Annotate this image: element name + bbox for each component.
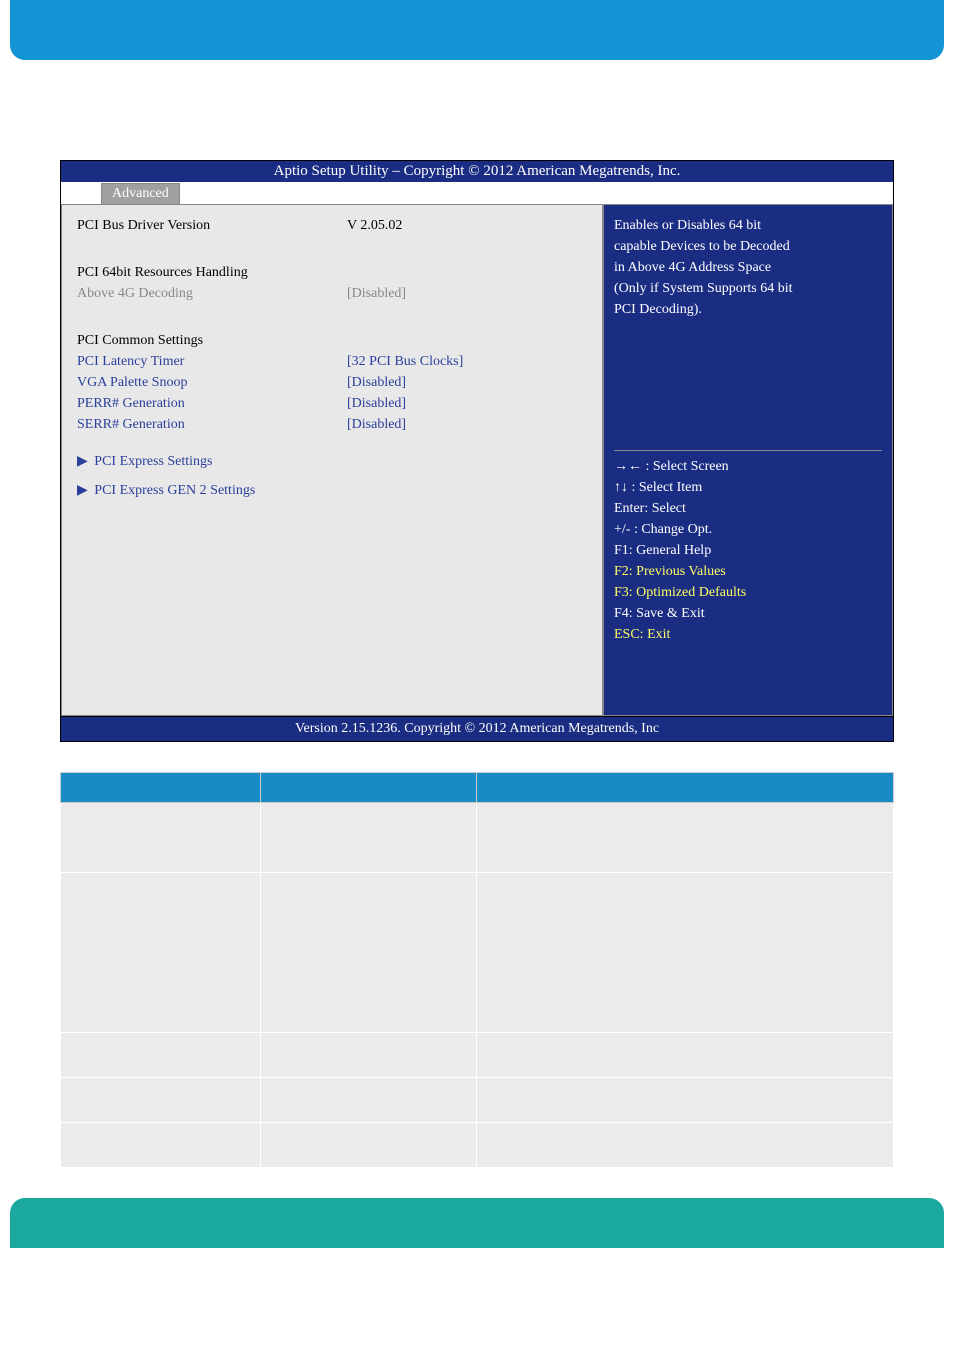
perr-generation-value[interactable]: [Disabled] <box>347 393 406 414</box>
arrow-icon: ▶ <box>77 454 88 469</box>
key-f1: F1: General Help <box>614 540 882 561</box>
serr-generation-label[interactable]: SERR# Generation <box>77 414 347 435</box>
pci-latency-timer-value[interactable]: [32 PCI Bus Clocks] <box>347 351 463 372</box>
info-table <box>60 772 894 1168</box>
help-line: PCI Decoding). <box>614 299 882 320</box>
pci-express-settings-label: PCI Express Settings <box>94 454 212 469</box>
key-select-screen: →← : Select Screen <box>614 456 882 477</box>
key-select-item: ↑↓ : Select Item <box>614 477 882 498</box>
table-row <box>61 1033 894 1078</box>
bios-title-text: Aptio Setup Utility – Copyright © 2012 A… <box>274 163 681 179</box>
key-f3: F3: Optimized Defaults <box>614 582 882 603</box>
header-bar <box>10 0 944 60</box>
table-header <box>61 773 261 803</box>
serr-generation-value[interactable]: [Disabled] <box>347 414 406 435</box>
vga-palette-snoop-label[interactable]: VGA Palette Snoop <box>77 372 347 393</box>
table-header <box>477 773 894 803</box>
bios-footer: Version 2.15.1236. Copyright © 2012 Amer… <box>61 716 893 741</box>
key-esc: ESC: Exit <box>614 624 882 645</box>
bios-title-bar: Aptio Setup Utility – Copyright © 2012 A… <box>61 161 893 182</box>
table-row <box>61 1078 894 1123</box>
pci-bus-driver-version-label: PCI Bus Driver Version <box>77 215 347 236</box>
vga-palette-snoop-value[interactable]: [Disabled] <box>347 372 406 393</box>
pci-express-gen2-settings[interactable]: ▶ PCI Express GEN 2 Settings <box>77 480 587 501</box>
bios-left-pane: PCI Bus Driver Version V 2.05.02 PCI 64b… <box>61 204 603 716</box>
pci-express-gen2-settings-label: PCI Express GEN 2 Settings <box>94 483 255 498</box>
perr-generation-label[interactable]: PERR# Generation <box>77 393 347 414</box>
above-4g-decoding-label[interactable]: Above 4G Decoding <box>77 283 347 304</box>
table-header-row <box>61 773 894 803</box>
table-header <box>260 773 477 803</box>
key-f4: F4: Save & Exit <box>614 603 882 624</box>
above-4g-decoding-value[interactable]: [Disabled] <box>347 283 406 304</box>
table-row <box>61 873 894 1033</box>
help-line: (Only if System Supports 64 bit <box>614 278 882 299</box>
key-enter: Enter: Select <box>614 498 882 519</box>
pci-64bit-heading: PCI 64bit Resources Handling <box>77 262 587 283</box>
table-row <box>61 803 894 873</box>
pci-common-heading: PCI Common Settings <box>77 330 587 351</box>
footer-bar <box>10 1198 944 1248</box>
bios-help-pane: Enables or Disables 64 bit capable Devic… <box>603 204 893 716</box>
arrow-icon: ▶ <box>77 483 88 498</box>
help-line: Enables or Disables 64 bit <box>614 215 882 236</box>
tab-advanced[interactable]: Advanced <box>101 183 180 204</box>
help-line: in Above 4G Address Space <box>614 257 882 278</box>
pci-latency-timer-label[interactable]: PCI Latency Timer <box>77 351 347 372</box>
bios-main: PCI Bus Driver Version V 2.05.02 PCI 64b… <box>61 204 893 716</box>
key-change-opt: +/- : Change Opt. <box>614 519 882 540</box>
key-f2: F2: Previous Values <box>614 561 882 582</box>
key-help: →← : Select Screen ↑↓ : Select Item Ente… <box>614 450 882 705</box>
bios-screen: Aptio Setup Utility – Copyright © 2012 A… <box>60 160 894 742</box>
pci-bus-driver-version-value: V 2.05.02 <box>347 215 402 236</box>
help-line: capable Devices to be Decoded <box>614 236 882 257</box>
pci-express-settings[interactable]: ▶ PCI Express Settings <box>77 451 587 472</box>
table-row <box>61 1123 894 1168</box>
